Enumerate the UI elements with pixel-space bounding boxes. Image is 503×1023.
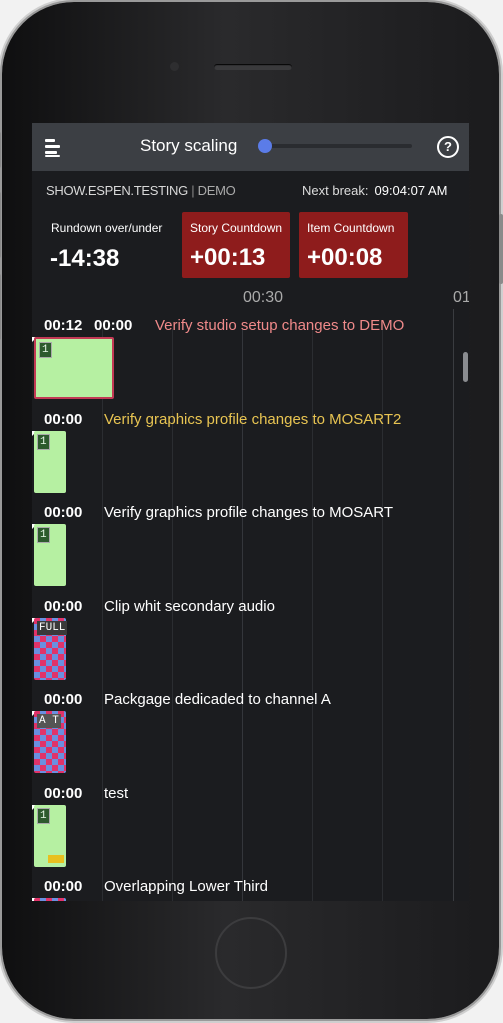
mute-switch	[0, 132, 1, 168]
story-row[interactable]: 00:00 test 1	[32, 785, 469, 879]
overunder-label: Rundown over/under	[51, 221, 163, 235]
story-countdown-label: Story Countdown	[190, 221, 283, 235]
item-badge: FULL	[37, 620, 68, 635]
story-title[interactable]: test	[104, 785, 128, 802]
item-badge: 1	[37, 433, 50, 450]
item-block[interactable]	[34, 898, 66, 901]
item-block[interactable]: 1	[34, 524, 66, 586]
volume-down-button	[0, 274, 1, 340]
item-badge: A T	[37, 714, 61, 728]
story-countdown-value: +00:13	[190, 244, 266, 271]
story-title[interactable]: Overlapping Lower Third	[104, 878, 268, 895]
show-separator: |	[191, 183, 195, 198]
menu-icon[interactable]	[44, 137, 64, 157]
story-duration: 00:12	[44, 317, 83, 334]
ruler-tick-60: 01	[453, 289, 469, 306]
show-name: SHOW.ESPEN.TESTING | DEMO	[46, 183, 236, 198]
app-screen: Story scaling ? SHOW.ESPEN.TESTING | DEM…	[32, 123, 469, 901]
earpiece-speaker	[214, 64, 292, 70]
story-time: 00:00	[44, 878, 83, 895]
item-block[interactable]: 1	[34, 430, 66, 493]
story-scaling-slider[interactable]	[258, 139, 414, 153]
story-time: 00:00	[44, 691, 83, 708]
slider-track[interactable]	[262, 144, 412, 148]
story-row[interactable]: 00:00 Clip whit secondary audio FULL	[32, 598, 469, 692]
story-time: 00:00	[44, 597, 83, 615]
slider-knob[interactable]	[258, 139, 272, 153]
story-scaling-label: Story scaling	[140, 136, 238, 155]
next-break-label: Next break:	[302, 183, 369, 198]
help-icon[interactable]: ?	[437, 136, 459, 158]
item-block[interactable]: 1	[34, 337, 114, 399]
item-block[interactable]: FULL	[34, 617, 68, 680]
story-title[interactable]: Verify graphics profile changes to MOSAR…	[104, 411, 401, 428]
story-row[interactable]: 00:12 00:00 Verify studio setup changes to…	[32, 317, 469, 411]
story-countdown: Story Countdown +00:13	[182, 212, 290, 278]
story-title[interactable]: Packgage dedicaded to channel A	[104, 691, 331, 708]
item-badge: 1	[39, 342, 52, 358]
rundown-name: DEMO	[197, 183, 236, 198]
show-title: SHOW.ESPEN.TESTING	[46, 183, 188, 198]
rundown-timeline[interactable]: 00:12 00:00 Verify studio setup changes to…	[32, 309, 469, 901]
item-countdown-value: +00:08	[307, 244, 383, 271]
item-badge: 1	[37, 807, 50, 824]
item-badge: 1	[37, 527, 50, 543]
item-block[interactable]: A T	[34, 711, 66, 773]
story-title[interactable]: Clip whit secondary audio	[104, 598, 275, 615]
story-row[interactable]: 00:00 Verify graphics profile changes to …	[32, 411, 469, 505]
next-break-value: 09:04:07 AM	[374, 183, 448, 198]
story-title[interactable]: Verify graphics profile changes to MOSAR…	[104, 504, 393, 521]
item-countdown: Item Countdown +00:08	[299, 212, 408, 278]
top-bar: Story scaling ?	[32, 123, 469, 171]
next-break: Next break: 09:04:07 AM	[302, 183, 447, 198]
story-row[interactable]: 00:00 Packgage dedicaded to channel A A T	[32, 691, 469, 785]
story-row[interactable]: 00:00 Verify graphics profile changes to …	[32, 504, 469, 598]
front-camera	[170, 62, 179, 71]
item-block[interactable]: 1	[34, 804, 66, 867]
overunder-value: -14:38	[50, 245, 120, 272]
ruler-tick-30: 00:30	[243, 289, 284, 306]
story-row[interactable]: 00:00 Overlapping Lower Third	[32, 878, 469, 901]
power-button	[499, 214, 503, 284]
volume-up-button	[0, 192, 1, 258]
story-time: 00:00	[44, 504, 83, 521]
item-countdown-label: Item Countdown	[307, 221, 395, 235]
story-time: 00:00	[94, 317, 133, 334]
home-button[interactable]	[215, 917, 287, 989]
story-time: 00:00	[44, 410, 83, 428]
story-title[interactable]: Verify studio setup changes to DEMO	[155, 317, 404, 334]
story-time: 00:00	[44, 784, 83, 802]
lower-third-marker	[48, 854, 64, 863]
